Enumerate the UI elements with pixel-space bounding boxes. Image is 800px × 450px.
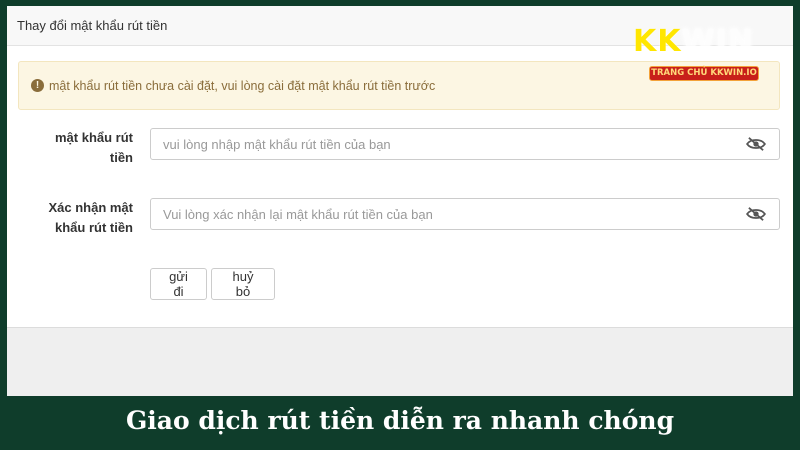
password-label: mật khẩu rút tiền xyxy=(54,130,133,165)
confirm-field-wrapper xyxy=(150,198,780,230)
eye-slash-icon[interactable] xyxy=(745,206,767,222)
confirm-password-input[interactable] xyxy=(163,206,745,222)
confirm-label: Xác nhận mật khẩu rút tiền xyxy=(48,200,133,235)
exclamation-circle-icon: ! xyxy=(31,79,44,92)
password-field-wrapper xyxy=(150,128,780,160)
logo-badge: TRANG CHỦ KKWIN.IO xyxy=(649,66,759,81)
brand-logo[interactable]: KKWIN TRANG CHỦ KKWIN.IO xyxy=(627,24,782,86)
password-input[interactable] xyxy=(163,136,745,152)
logo-wordmark: KKWIN xyxy=(633,24,754,59)
caption-banner: Giao dịch rút tiền diễn ra nhanh chóng xyxy=(125,406,675,435)
alert-message: mật khẩu rút tiền chưa cài đặt, vui lòng… xyxy=(49,78,436,93)
cancel-button[interactable]: huỷ bỏ xyxy=(211,268,275,300)
eye-slash-icon[interactable] xyxy=(745,136,767,152)
submit-button[interactable]: gửi đi xyxy=(150,268,207,300)
